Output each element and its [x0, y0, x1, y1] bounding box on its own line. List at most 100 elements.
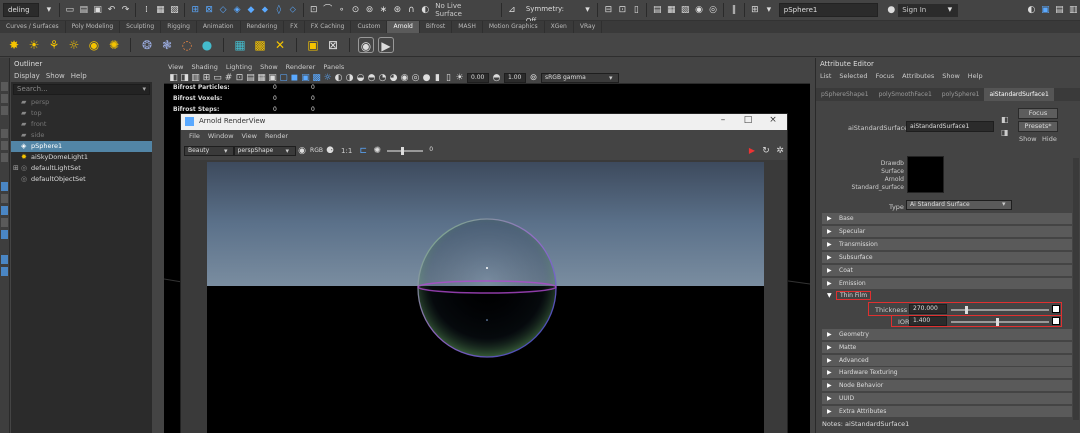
ipr-icon[interactable]: ⊡ [616, 4, 628, 16]
shelf-tab[interactable]: Rendering [241, 21, 285, 33]
exposure-icon[interactable]: ✺ [371, 145, 383, 157]
crop-region-icon[interactable]: ⊏ [357, 145, 369, 157]
snap-vertex-icon[interactable]: ∗ [377, 4, 389, 16]
chevron-down-icon[interactable]: ▾ [582, 4, 594, 16]
safe-action-icon[interactable]: ▣ [268, 72, 277, 84]
ior-slider[interactable] [951, 318, 1049, 326]
gate-mask-icon[interactable]: ▤ [246, 72, 255, 84]
wireframe-icon[interactable]: ▢ [279, 72, 288, 84]
lock-camera-icon[interactable]: ⊞ [202, 72, 211, 84]
select-curve-icon[interactable]: ◇ [217, 4, 229, 16]
slider-handle[interactable] [965, 306, 968, 314]
select-deform-icon[interactable]: ◆ [245, 4, 257, 16]
chevron-down-icon[interactable]: ▾ [286, 147, 290, 155]
type-dropdown[interactable]: Ai Standard Surface [906, 200, 1012, 210]
close-icon[interactable]: × [761, 115, 785, 125]
chevron-down-icon[interactable]: ▾ [224, 147, 228, 155]
menu-shading[interactable]: Shading [187, 63, 221, 71]
menu-attributes[interactable]: Attributes [898, 70, 938, 82]
render-canvas[interactable] [181, 160, 787, 433]
curve-collector-icon[interactable]: ◌ [179, 37, 195, 53]
magnet-icon[interactable]: ∩ [405, 4, 417, 16]
menu-window[interactable]: Window [204, 130, 238, 142]
display-color-icon[interactable]: ◉ [296, 145, 308, 157]
shelf-tab[interactable]: XGen [545, 21, 574, 33]
tab-polysmoothface1[interactable]: polySmoothFace1 [874, 88, 937, 101]
export-ass-icon[interactable]: ⊠ [325, 37, 341, 53]
render-view-titlebar[interactable]: Arnold RenderView – □ × [181, 114, 787, 130]
snap-edge-icon[interactable]: ⊛ [391, 4, 403, 16]
lasso-tool-icon[interactable] [1, 94, 8, 103]
menu-show[interactable]: Show [256, 63, 282, 71]
maximize-icon[interactable]: □ [736, 115, 760, 125]
arnold-render-view-icon[interactable]: ◉ [358, 36, 374, 53]
layout-stack-icon[interactable] [1, 218, 8, 227]
section-subsurface[interactable]: ▶ Subsurface [822, 252, 1072, 263]
tab-aistandardsurface1[interactable]: aiStandardSurface1 [984, 88, 1054, 101]
xray-joints-icon[interactable]: ◎ [411, 72, 420, 84]
chevron-down-icon[interactable]: ▾ [609, 74, 613, 82]
smooth-shade-icon[interactable]: ◼ [290, 72, 299, 84]
color-management-icon[interactable]: ⊚ [529, 72, 538, 84]
menu-list[interactable]: List [816, 70, 835, 82]
render-settings-icon[interactable]: ◉ [693, 4, 705, 16]
menu-show[interactable]: Show [43, 70, 68, 82]
texture-manager-icon[interactable]: ▩ [252, 37, 268, 53]
select-surface-icon[interactable]: ◈ [231, 4, 243, 16]
shelf-tab[interactable]: FX [284, 21, 305, 33]
menu-selected[interactable]: Selected [835, 70, 871, 82]
section-transmission[interactable]: ▶ Transmission [822, 239, 1072, 250]
select-tool-icon[interactable] [1, 82, 8, 91]
field-chart-icon[interactable]: ▦ [257, 72, 266, 84]
menu-lighting[interactable]: Lighting [222, 63, 256, 71]
render-view-icon[interactable]: ▤ [651, 4, 663, 16]
section-base[interactable]: ▶ Base [822, 213, 1072, 224]
mesh-light-icon[interactable]: ⚘ [46, 37, 62, 53]
shelf-tab[interactable]: Poly Modeling [66, 21, 121, 33]
anti-alias-icon[interactable]: ◓ [367, 72, 376, 84]
ambient-occlusion-icon[interactable]: ◑ [345, 72, 354, 84]
remove-cache-icon[interactable]: ✕ [272, 37, 288, 53]
material-swatch[interactable] [907, 156, 944, 193]
channel-box-icon[interactable]: ▤ [1053, 4, 1065, 16]
resolution-gate-icon[interactable]: ⊡ [235, 72, 244, 84]
refresh-icon[interactable]: ↻ [760, 145, 772, 157]
user-icon[interactable]: ● [885, 4, 897, 16]
slider-handle[interactable] [401, 146, 405, 155]
go-to-output-icon[interactable]: ◨ [1001, 128, 1009, 137]
symmetry-icon[interactable]: ⊿ [506, 4, 518, 16]
chevron-down-icon[interactable]: ▾ [1002, 200, 1006, 208]
sphere-shader-icon[interactable]: ● [199, 37, 215, 53]
layout-outliner-icon[interactable] [1, 230, 8, 239]
menu-show[interactable]: Show [938, 70, 964, 82]
chevron-down-icon[interactable]: ▾ [142, 85, 146, 94]
shelf-tab[interactable]: Motion Graphics [483, 21, 545, 33]
gamma-icon[interactable]: ◓ [492, 72, 501, 84]
exposure-field[interactable]: 0.00 [467, 72, 489, 83]
render-frame-icon[interactable]: ▯ [630, 4, 642, 16]
settings-icon[interactable]: ◐ [1025, 4, 1037, 16]
hypershade-icon[interactable]: ◎ [707, 4, 719, 16]
view-transform-dropdown[interactable]: sRGB gamma [541, 72, 619, 83]
layout-four-icon[interactable] [1, 194, 8, 203]
snap-view-icon[interactable]: ⊙ [350, 4, 362, 16]
ratio-label[interactable]: 1:1 [341, 147, 352, 155]
area-light-icon[interactable]: ☀ [26, 37, 42, 53]
snapshot-icon[interactable]: ⚈ [324, 145, 336, 157]
section-geometry[interactable]: ▶ Geometry [822, 329, 1072, 340]
snap-point-icon[interactable]: ∘ [336, 4, 348, 16]
photometric-light-icon[interactable]: ☼ [66, 37, 82, 53]
snap-grid-icon[interactable]: ⊡ [308, 4, 320, 16]
channel-rgb-icon[interactable]: RGB [310, 145, 323, 157]
shelf-tab[interactable]: MASH [452, 21, 483, 33]
motion-blur-icon[interactable]: ◒ [356, 72, 365, 84]
xray-icon[interactable]: ◉ [400, 72, 409, 84]
tab-polysphere1[interactable]: polySphere1 [937, 88, 985, 101]
outliner-item-psphere1[interactable]: ◈ pSphere1 [11, 141, 152, 152]
scale-tool-icon[interactable] [1, 153, 8, 162]
layout-render-icon[interactable] [1, 267, 8, 276]
menu-render[interactable]: Render [261, 130, 292, 142]
shelf-tab[interactable]: Animation [197, 21, 241, 33]
paint-tool-icon[interactable] [1, 106, 8, 115]
xray-components-icon[interactable]: ● [422, 72, 431, 84]
